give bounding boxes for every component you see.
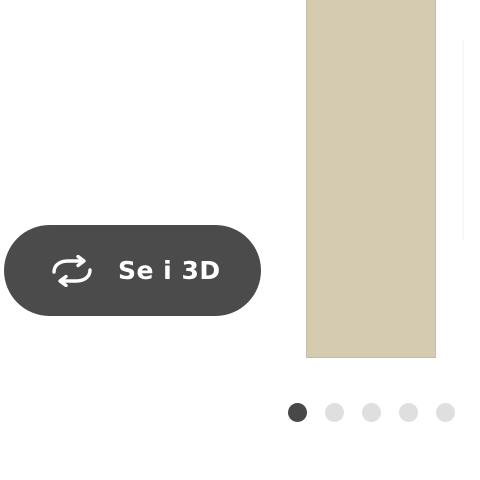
view-in-3d-label: Se i 3D bbox=[118, 256, 221, 285]
image-pagination bbox=[288, 403, 455, 423]
product-image-viewer[interactable]: Se i 3D bbox=[0, 0, 480, 480]
product-image-panel bbox=[306, 0, 436, 358]
view-in-3d-button[interactable]: Se i 3D bbox=[4, 225, 261, 316]
pagination-dot-3[interactable] bbox=[362, 403, 381, 422]
pagination-dot-2[interactable] bbox=[325, 403, 344, 422]
image-edge-highlight bbox=[462, 40, 464, 240]
pagination-dot-5[interactable] bbox=[436, 403, 455, 422]
pagination-dot-1[interactable] bbox=[288, 403, 307, 422]
rotate-icon bbox=[52, 255, 92, 287]
pagination-dot-4[interactable] bbox=[399, 403, 418, 422]
